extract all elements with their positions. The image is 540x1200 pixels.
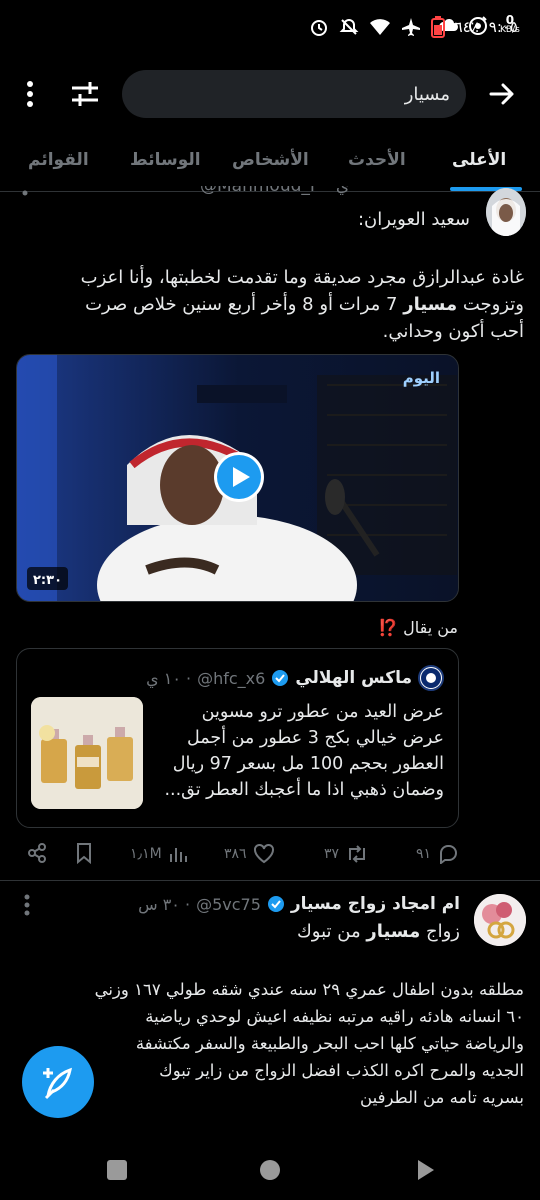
reply-button[interactable]: ٩١ — [416, 844, 459, 864]
tweet-2-avatar[interactable] — [474, 894, 526, 946]
quote-intro: من يقال ⁉️ — [378, 618, 458, 637]
views-icon — [169, 848, 187, 862]
likes-count: ٣٨٦ — [224, 846, 247, 862]
video-channel-logo: اليوم — [402, 369, 440, 387]
views-count: ١٫١M — [130, 846, 162, 862]
back-nav-button[interactable] — [416, 1158, 436, 1186]
quoted-handle: @hfc_x6 — [197, 668, 266, 688]
bookmark-button[interactable] — [74, 842, 94, 864]
status-bar: 0 KB/s ٦٤٪ ٩:٠٥ — [0, 0, 540, 56]
play-button[interactable] — [214, 452, 264, 502]
retweet-button[interactable]: ٣٧ — [324, 844, 369, 864]
tab-lists[interactable]: القوائم — [28, 150, 89, 170]
more-options-button[interactable] — [18, 78, 42, 110]
tweet-1-body-line1: غادة عبدالرازق مجرد صديقة وما تقدمت لخطب… — [80, 267, 524, 288]
search-row — [0, 64, 540, 124]
back-button[interactable] — [488, 80, 516, 108]
heart-icon — [253, 844, 274, 864]
tweet-video[interactable]: اليوم ٢:٣٠ — [16, 354, 459, 602]
reply-icon — [440, 845, 458, 864]
sliders-icon — [72, 82, 98, 106]
vertical-dots-icon — [27, 81, 33, 107]
quoted-avatar-image — [421, 668, 441, 688]
play-icon — [217, 455, 261, 499]
wifi-icon — [369, 19, 390, 35]
views-button[interactable]: ١٫١M — [130, 844, 188, 864]
avatar[interactable] — [486, 188, 526, 236]
tweet-2-line1: زواج مسيار من تبوك — [296, 921, 460, 942]
search-input[interactable] — [150, 70, 450, 118]
tweet-1-body-line2: وتزوجت مسيار 7 مرات أو 8 وأخر أربع سنين … — [85, 294, 524, 315]
quoted-time: · ١٠ ي — [146, 668, 192, 688]
search-box[interactable] — [122, 70, 466, 118]
tweet-1-body-line3: أحب أكون وحداني. — [382, 321, 524, 342]
alarm-icon — [310, 20, 327, 36]
video-duration: ٢:٣٠ — [27, 567, 69, 590]
quoted-image — [31, 697, 143, 809]
tab-latest[interactable]: الأحدث — [348, 150, 406, 170]
retweet-icon — [349, 845, 366, 863]
triangle-back-icon — [418, 1160, 434, 1180]
perfume-bottles-image — [31, 697, 143, 809]
quoted-text: عرض العيد من عطور ترو مسوين عرض خيالي بك… — [164, 702, 444, 800]
tweet-1-actions: ١٫١M ٣٨٦ ٣٧ ٩١ — [0, 840, 540, 870]
tweet-1-body: غادة عبدالرازق مجرد صديقة وما تقدمت لخطب… — [14, 264, 524, 345]
bookmark-icon — [77, 843, 91, 864]
search-tabs: الأعلى الأحدث الأشخاص الوسائط القوائم — [0, 130, 540, 192]
share-button[interactable] — [26, 842, 48, 864]
share-icon — [28, 843, 46, 863]
tweet-1-header-partial: @Mahmoud_F · ي — [200, 186, 350, 196]
clock: ٩:٠٥ — [488, 18, 518, 36]
battery-icon — [430, 16, 445, 38]
airplane-icon — [401, 18, 420, 36]
tweet-2-more-icon[interactable] — [24, 894, 30, 916]
verified-icon — [272, 670, 289, 686]
tweet-1-line1: سعيد العويران: — [357, 209, 470, 230]
avatar-image — [486, 188, 526, 236]
tab-media[interactable]: الوسائط — [130, 150, 201, 170]
rings-flowers-avatar-image — [474, 894, 526, 946]
retweets-count: ٣٧ — [324, 846, 340, 862]
compose-button[interactable] — [22, 1046, 94, 1118]
quoted-name: ماكس الهلالي — [295, 668, 412, 688]
tab-top[interactable]: الأعلى — [452, 150, 506, 170]
replies-count: ٩١ — [416, 846, 432, 862]
tweet-divider — [0, 880, 540, 881]
like-button[interactable]: ٣٨٦ — [224, 844, 275, 864]
feather-plus-icon — [43, 1067, 72, 1100]
system-nav-bar — [0, 1140, 540, 1200]
quoted-header: ماكس الهلالي @hfc_x6 · ١٠ ي — [146, 665, 444, 691]
tweet-1-more-icon[interactable] — [22, 190, 28, 196]
tweet-2-handle: @5vc75 — [196, 894, 261, 914]
quoted-tweet[interactable]: ماكس الهلالي @hfc_x6 · ١٠ ي عرض العيد من… — [16, 648, 459, 828]
battery-percent: ٦٤٪ — [454, 18, 479, 36]
recents-button[interactable] — [107, 1160, 127, 1180]
verified-icon — [267, 896, 284, 912]
tab-people[interactable]: الأشخاص — [232, 150, 309, 170]
tweet-2-name: ام امجاد زواج مسيار — [290, 894, 460, 914]
tweet-2-time: · ٣٠ س — [138, 894, 191, 914]
tweet-2-header: ام امجاد زواج مسيار @5vc75 · ٣٠ س — [138, 894, 460, 914]
search-filters-button[interactable] — [70, 80, 100, 108]
quoted-avatar[interactable] — [418, 665, 444, 691]
arrow-right-icon — [489, 83, 514, 105]
mute-icon — [339, 18, 358, 35]
home-button[interactable] — [260, 1160, 280, 1180]
